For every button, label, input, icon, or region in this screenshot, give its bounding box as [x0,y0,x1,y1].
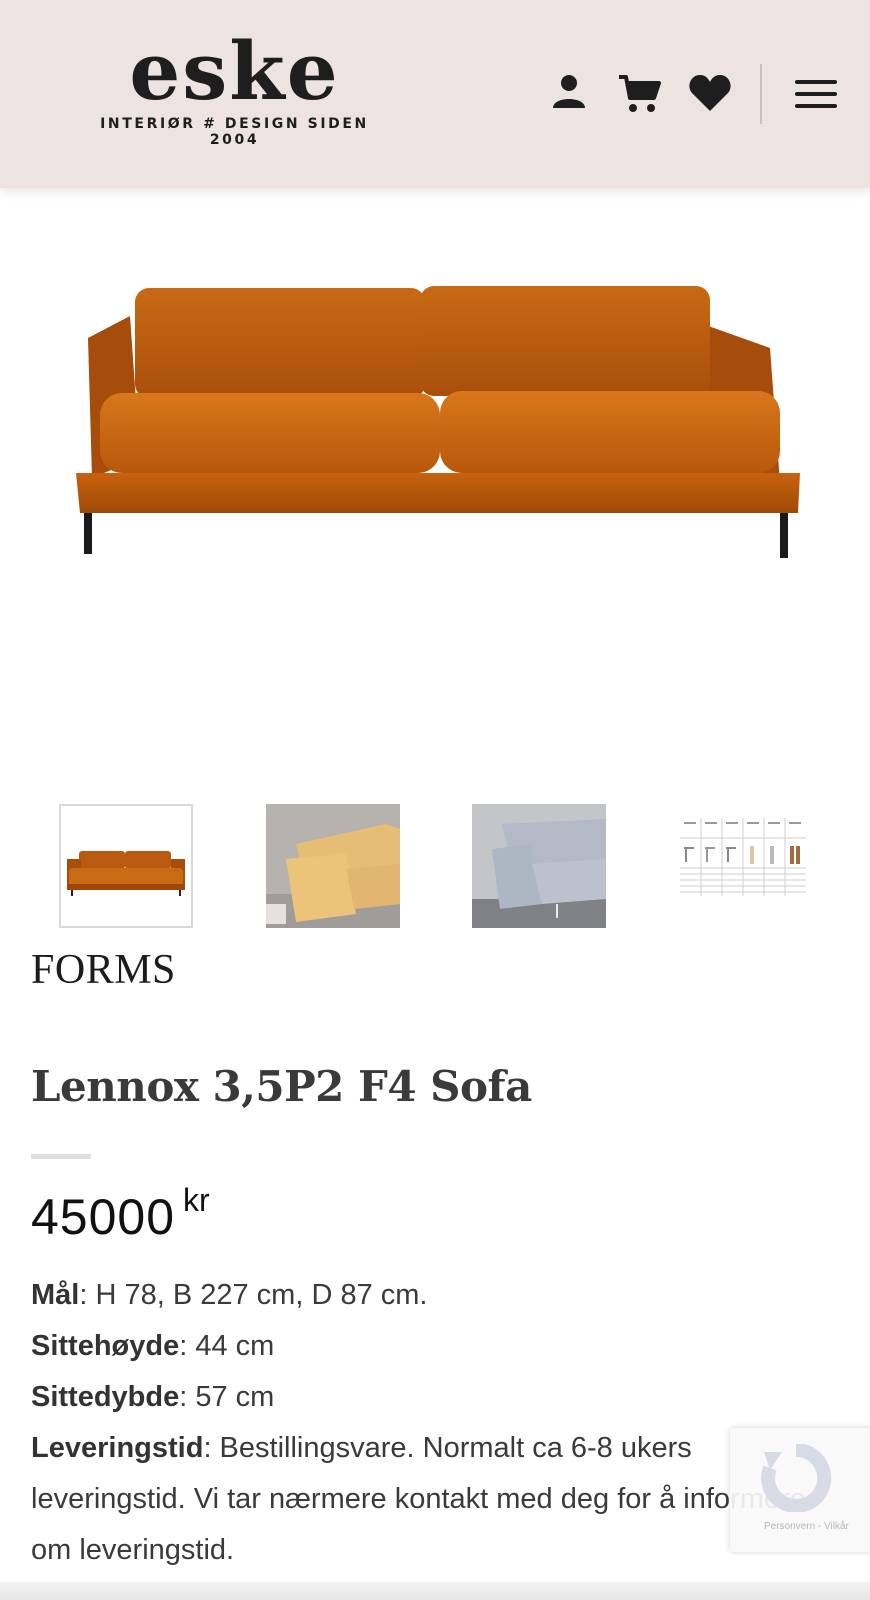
price-amount: 45000 [31,1189,176,1245]
spec-label: Sittehøyde [31,1330,180,1362]
orange-sofa-image [76,286,800,558]
thumbnail-grey-sofa-side[interactable] [472,804,606,928]
spec-label: Mål [31,1279,80,1311]
thumbnail-mustard-sofa-side[interactable] [266,804,400,928]
spec-seat-height: Sittehøyde: 44 cm [31,1321,821,1372]
spec-seat-depth: Sittedybde: 57 cm [31,1372,821,1423]
title-underline [31,1154,91,1159]
thumbnail-orange-sofa-front[interactable] [59,804,193,928]
spec-label: Sittedybde [31,1381,180,1413]
price-currency: kr [183,1182,210,1218]
product-brand[interactable]: FORMS [31,946,176,994]
product-title: Lennox 3,5P2 F4 Sofa [31,1062,532,1111]
logo-wordmark: eske [129,24,340,118]
thumbnail-leg-options-chart[interactable] [676,804,810,928]
product-specs: Mål: H 78, B 227 cm, D 87 cm. Sittehøyde… [31,1270,821,1576]
header-divider [760,64,762,124]
recaptcha-legal-links[interactable]: Personvern - Vilkår [764,1521,849,1532]
spec-dimensions: Mål: H 78, B 227 cm, D 87 cm. [31,1270,821,1321]
product-price: 45000 kr [31,1182,210,1246]
site-header: eske INTERIØR # DESIGN SIDEN 2004 [0,0,870,188]
recaptcha-badge[interactable]: Personvern - Vilkår [730,1428,870,1552]
spec-value: : 57 cm [179,1381,275,1413]
menu-hamburger-icon[interactable] [795,78,837,110]
logo-tagline: INTERIØR # DESIGN SIDEN 2004 [100,116,369,148]
product-main-image[interactable] [0,188,870,778]
bottom-bar-edge [0,1582,870,1600]
site-logo[interactable]: eske INTERIØR # DESIGN SIDEN 2004 [82,30,387,148]
thumbnail-strip [0,804,870,930]
recaptcha-icon [761,1444,832,1512]
account-icon[interactable] [550,72,588,110]
spec-label: Leveringstid [31,1432,204,1464]
cart-icon[interactable] [618,74,662,114]
wishlist-heart-icon[interactable] [688,74,732,112]
spec-value: : 44 cm [179,1330,275,1362]
spec-value: : H 78, B 227 cm, D 87 cm. [79,1279,428,1311]
spec-delivery: Leveringstid: Bestillingsvare. Normalt c… [31,1423,821,1576]
